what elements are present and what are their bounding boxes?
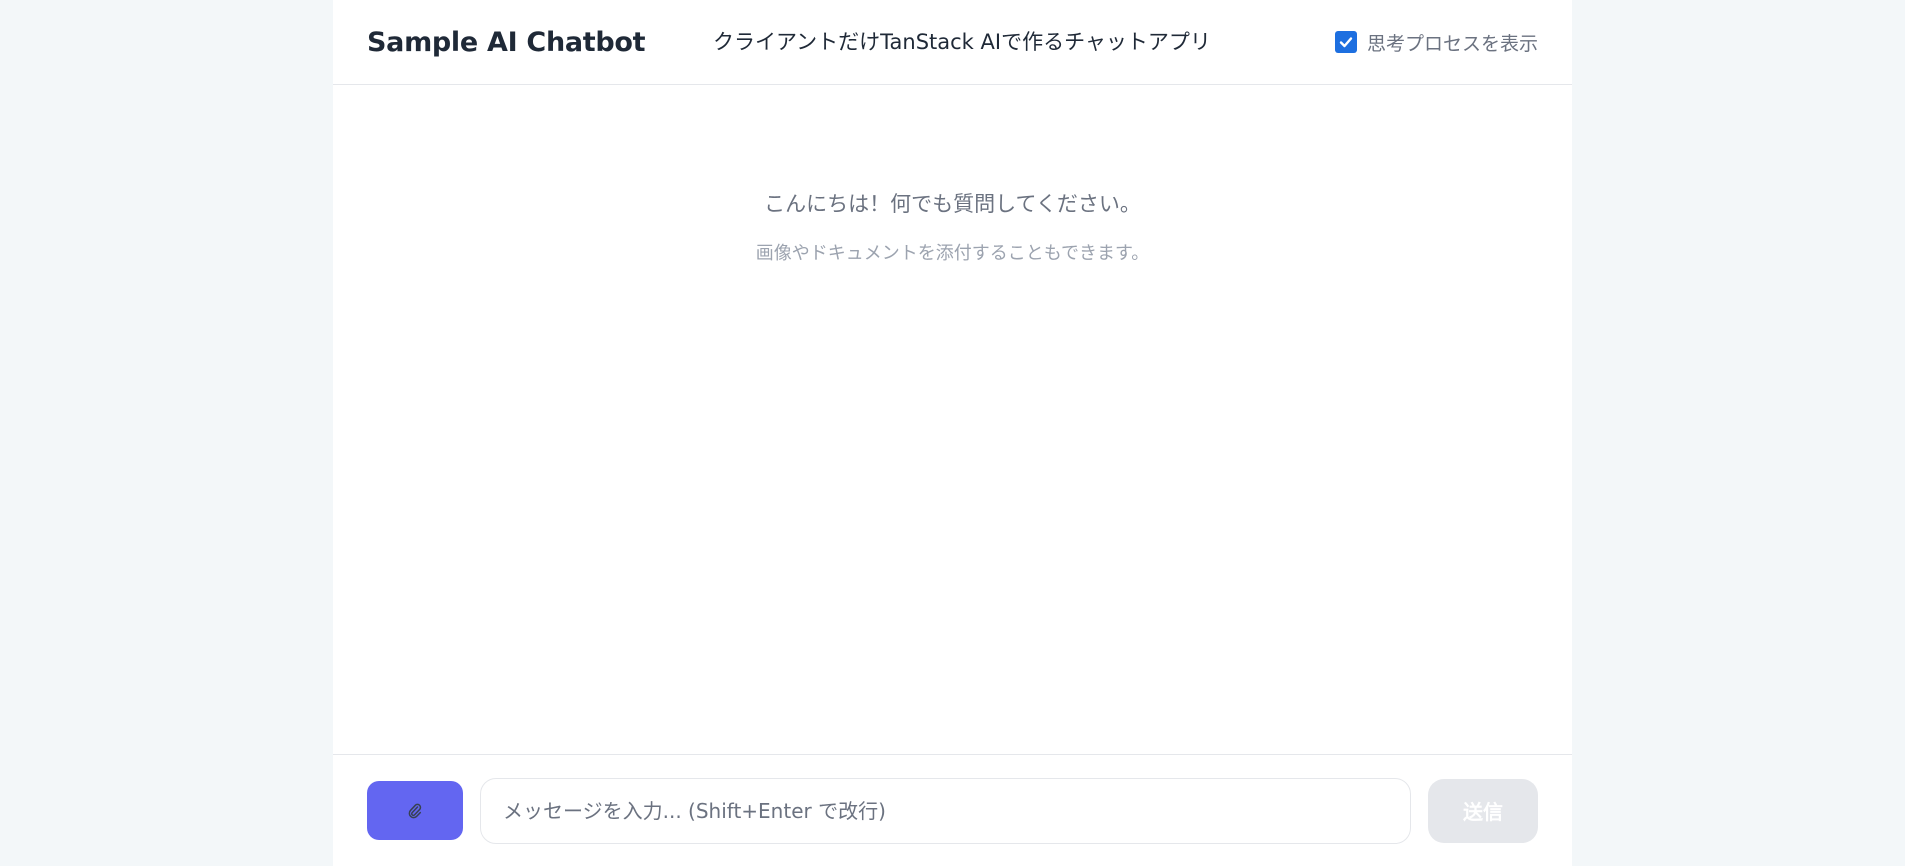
attach-file-button[interactable] (367, 781, 463, 840)
app-subtitle: クライアントだけTanStack AIで作るチャットアプリ (713, 30, 1211, 54)
send-button[interactable]: 送信 (1428, 778, 1538, 843)
welcome-subtitle: 画像やドキュメントを添付することもできます。 (755, 243, 1150, 264)
app-header: Sample AI Chatbot クライアントだけTanStack AIで作る… (333, 0, 1572, 85)
message-input[interactable] (480, 777, 1411, 844)
check-icon (1339, 37, 1353, 48)
paperclip-icon (408, 803, 422, 818)
welcome-message: こんにちは！何でも質問してください。 画像やドキュメントを添付することもできます… (333, 188, 1572, 265)
show-thinking-checkbox[interactable] (1334, 31, 1357, 53)
show-thinking-label: 思考プロセスを表示 (1366, 32, 1538, 55)
message-area: こんにちは！何でも質問してください。 画像やドキュメントを添付することもできます… (333, 85, 1572, 754)
welcome-title: こんにちは！何でも質問してください。 (764, 192, 1141, 216)
app-title: Sample AI Chatbot (367, 26, 646, 58)
show-thinking-toggle[interactable]: 思考プロセスを表示 (1334, 29, 1538, 56)
message-composer: 送信 (333, 754, 1572, 866)
chat-app: Sample AI Chatbot クライアントだけTanStack AIで作る… (333, 0, 1572, 866)
